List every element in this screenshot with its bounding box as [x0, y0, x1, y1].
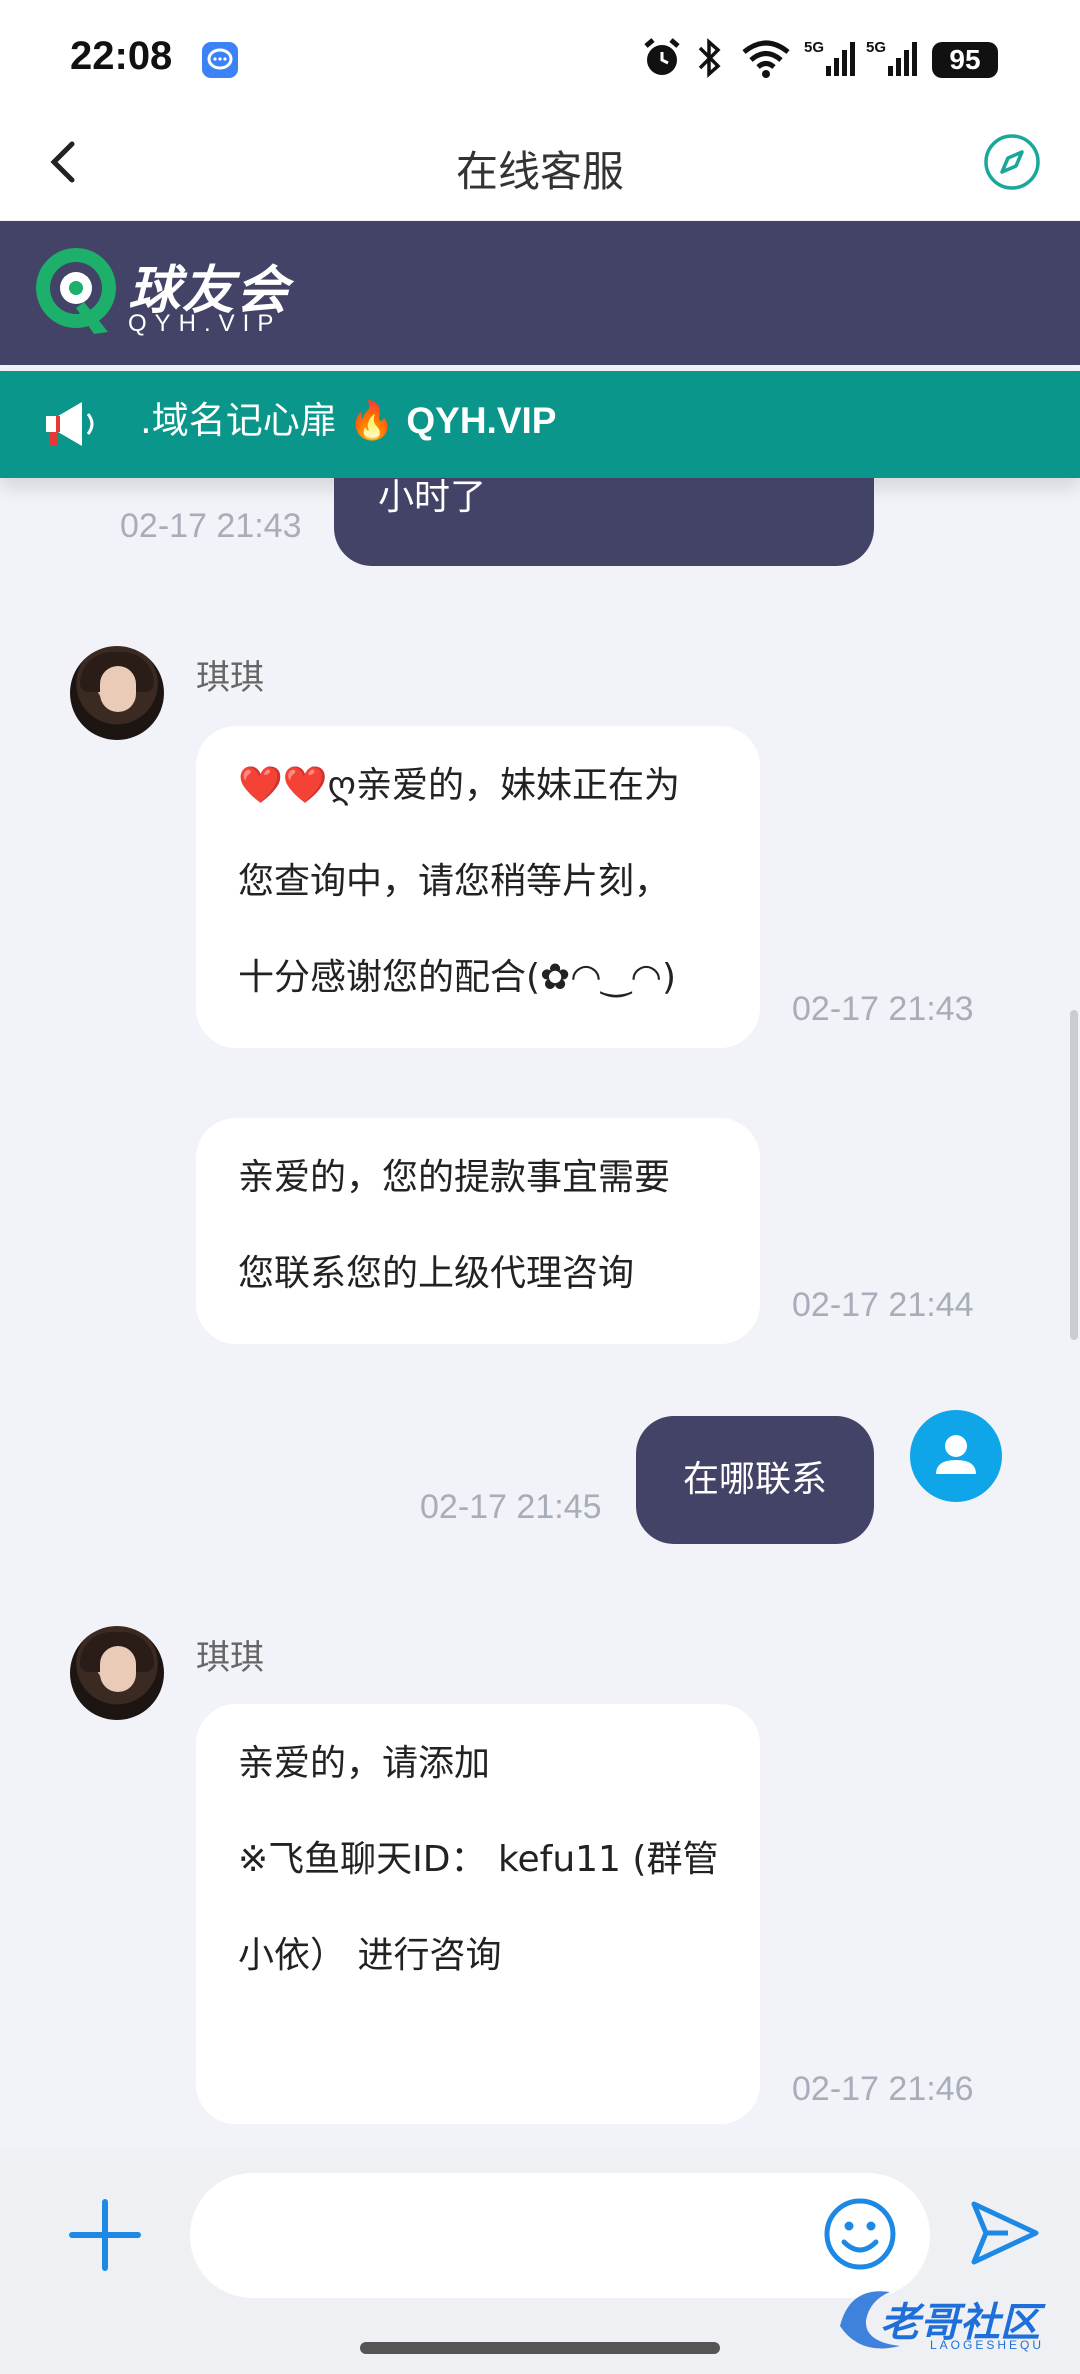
user-avatar[interactable] — [910, 1410, 1002, 1502]
message-input[interactable] — [190, 2173, 930, 2298]
brand-logo-icon — [36, 248, 116, 334]
status-time: 22:08 — [70, 34, 173, 78]
message-line: 小依） 进行咨询 — [238, 1935, 502, 1976]
message-text: 小时了 — [378, 477, 487, 518]
message-timestamp: 02-17 21:43 — [792, 990, 974, 1028]
agent-name: 琪琪 — [196, 1638, 264, 1678]
agent-name: 琪琪 — [196, 658, 264, 698]
wifi-icon — [740, 36, 792, 80]
message-line: 您查询中，请您稍等片刻， — [238, 861, 671, 902]
megaphone-icon — [42, 396, 102, 452]
signal-5g-icon: 5G — [804, 36, 856, 80]
notice-text: .域名记心扉 🔥 QYH.VIP — [140, 390, 556, 444]
plus-icon — [69, 2199, 141, 2271]
smiley-icon — [824, 2198, 896, 2270]
notice-domain: QYH.VIP — [406, 400, 557, 441]
page-title: 在线客服 — [455, 147, 624, 196]
message-timestamp: 02-17 21:44 — [792, 1286, 974, 1324]
notice-message: .域名记心扉 🔥 — [140, 399, 407, 442]
chat-scrollbar[interactable] — [1070, 1010, 1078, 1340]
brand-domain: QYH.VIP — [128, 310, 282, 337]
message-bubble-user: 在哪联系 — [636, 1416, 874, 1544]
bluetooth-icon — [694, 36, 724, 80]
message-line: 十分感谢您的配合(✿◠‿◠) — [238, 957, 677, 998]
message-bubble-agent: 亲爱的，请添加 ※飞鱼聊天ID： kefu11 (群管 小依） 进行咨询 — [196, 1704, 760, 2124]
message-line: ❤️❤️ღ亲爱的，妹妹正在为 — [238, 765, 680, 806]
svg-text:5G: 5G — [866, 39, 886, 56]
signal-5g-icon: 5G — [866, 36, 918, 80]
svg-text:5G: 5G — [804, 39, 824, 56]
send-icon — [971, 2201, 1039, 2265]
watermark-subtext: LAOGESHEQU — [930, 2338, 1045, 2352]
alarm-icon — [640, 36, 684, 80]
message-line: 亲爱的，您的提款事宜需要 — [238, 1157, 671, 1198]
compass-icon — [984, 134, 1040, 190]
message-timestamp: 02-17 21:43 — [120, 507, 302, 545]
message-line: 亲爱的，请添加 — [238, 1743, 491, 1784]
home-indicator[interactable] — [360, 2342, 720, 2354]
message-app-icon — [202, 42, 238, 78]
attach-button[interactable] — [66, 2196, 144, 2274]
compass-button[interactable] — [980, 130, 1044, 194]
message-text: 在哪联系 — [682, 1459, 827, 1500]
send-button[interactable] — [968, 2198, 1042, 2268]
message-bubble-agent: 亲爱的，您的提款事宜需要 您联系您的上级代理咨询 — [196, 1118, 760, 1344]
message-timestamp: 02-17 21:45 — [420, 1488, 602, 1526]
agent-avatar[interactable] — [70, 646, 164, 740]
battery-icon: 95 — [932, 42, 998, 78]
message-bubble-user: 小时了 — [334, 478, 874, 566]
message-line: 您联系您的上级代理咨询 — [238, 1253, 635, 1294]
message-bubble-agent: ❤️❤️ღ亲爱的，妹妹正在为 您查询中，请您稍等片刻， 十分感谢您的配合(✿◠‿… — [196, 726, 760, 1048]
user-icon — [936, 1435, 976, 1474]
emoji-button[interactable] — [822, 2196, 898, 2272]
agent-avatar[interactable] — [70, 1626, 164, 1720]
message-line: ※飞鱼聊天ID： kefu11 (群管 — [238, 1839, 719, 1880]
message-timestamp: 02-17 21:46 — [792, 2070, 974, 2108]
